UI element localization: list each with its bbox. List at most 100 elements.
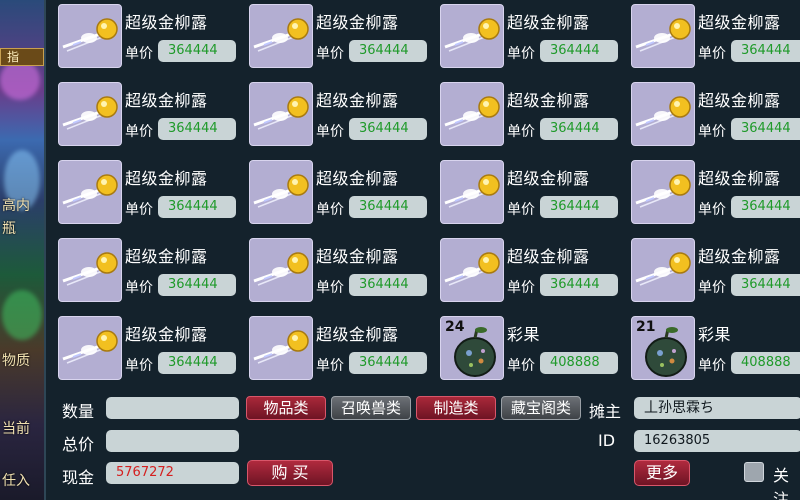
category-items-button[interactable]: 物品类 xyxy=(246,396,326,420)
stall-item[interactable]: 超级金柳露 单价 364444 xyxy=(428,234,619,306)
golden-dew-bottle-icon[interactable] xyxy=(58,238,122,302)
stall-item[interactable]: 超级金柳露 单价 364444 xyxy=(237,312,428,384)
price-field: 364444 xyxy=(158,274,236,296)
follow-checkbox[interactable] xyxy=(744,462,764,482)
price-label: 单价 xyxy=(507,124,535,140)
stall-item[interactable]: 超级金柳露 单价 364444 xyxy=(46,156,237,228)
price-label: 单价 xyxy=(316,124,344,140)
price-label: 单价 xyxy=(698,358,726,374)
price-label: 单价 xyxy=(125,124,153,140)
price-label: 单价 xyxy=(698,124,726,140)
stall-item[interactable]: 24 彩果 单价 408888 xyxy=(428,312,619,384)
golden-dew-bottle-icon[interactable] xyxy=(249,238,313,302)
price-field: 364444 xyxy=(349,118,427,140)
golden-dew-bottle-icon[interactable] xyxy=(440,238,504,302)
item-name: 超级金柳露 xyxy=(698,91,781,110)
price-field: 364444 xyxy=(540,40,618,62)
cash-label: 现金 xyxy=(62,468,95,487)
golden-dew-bottle-icon[interactable] xyxy=(249,160,313,224)
golden-dew-bottle-icon[interactable] xyxy=(440,4,504,68)
golden-dew-bottle-icon[interactable] xyxy=(631,4,695,68)
price-field: 364444 xyxy=(540,118,618,140)
id-field: 16263805 xyxy=(634,430,800,452)
stall-item[interactable]: 超级金柳露 单价 364444 xyxy=(428,156,619,228)
price-field: 364444 xyxy=(158,196,236,218)
price-label: 单价 xyxy=(316,46,344,62)
colorful-fruit-icon[interactable]: 24 xyxy=(440,316,504,380)
world-text-1: 高内 xyxy=(2,198,30,214)
category-pets-button[interactable]: 召唤兽类 xyxy=(331,396,411,420)
price-label: 单价 xyxy=(316,202,344,218)
price-label: 单价 xyxy=(125,46,153,62)
stall-item[interactable]: 超级金柳露 单价 364444 xyxy=(428,0,619,72)
price-label: 单价 xyxy=(316,280,344,296)
stall-item[interactable]: 超级金柳露 单价 364444 xyxy=(46,78,237,150)
category-crafting-button[interactable]: 制造类 xyxy=(416,396,496,420)
stall-item[interactable]: 超级金柳露 单价 364444 xyxy=(619,0,800,72)
world-tab-label: 指 xyxy=(7,50,20,64)
price-label: 单价 xyxy=(698,280,726,296)
price-field: 364444 xyxy=(349,274,427,296)
world-text-4: 当前 xyxy=(2,421,30,437)
item-name: 超级金柳露 xyxy=(125,13,208,32)
stall-item[interactable]: 超级金柳露 单价 364444 xyxy=(619,156,800,228)
quantity-input[interactable] xyxy=(106,397,239,419)
price-field: 364444 xyxy=(349,352,427,374)
quantity-label: 数量 xyxy=(62,402,95,421)
golden-dew-bottle-icon[interactable] xyxy=(631,238,695,302)
item-count: 24 xyxy=(445,319,465,335)
golden-dew-bottle-icon[interactable] xyxy=(58,160,122,224)
stall-item[interactable]: 超级金柳露 单价 364444 xyxy=(237,234,428,306)
stall-item[interactable]: 超级金柳露 单价 364444 xyxy=(46,0,237,72)
price-label: 单价 xyxy=(125,358,153,374)
colorful-fruit-icon[interactable]: 21 xyxy=(631,316,695,380)
golden-dew-bottle-icon[interactable] xyxy=(58,4,122,68)
item-name: 彩果 xyxy=(507,325,541,344)
stall-panel: 超级金柳露 单价 364444 超级金柳露 单价 364444 超级金柳露 单价… xyxy=(44,0,800,500)
item-name: 超级金柳露 xyxy=(125,325,208,344)
total-price-field xyxy=(106,430,239,452)
stall-item[interactable]: 超级金柳露 单价 364444 xyxy=(46,312,237,384)
golden-dew-bottle-icon[interactable] xyxy=(631,160,695,224)
item-name: 超级金柳露 xyxy=(125,169,208,188)
price-label: 单价 xyxy=(507,46,535,62)
item-name: 超级金柳露 xyxy=(698,169,781,188)
golden-dew-bottle-icon[interactable] xyxy=(631,82,695,146)
golden-dew-bottle-icon[interactable] xyxy=(249,82,313,146)
item-name: 超级金柳露 xyxy=(507,91,590,110)
price-field: 364444 xyxy=(731,118,800,140)
price-field: 364444 xyxy=(349,196,427,218)
item-count: 21 xyxy=(636,319,656,335)
golden-dew-bottle-icon[interactable] xyxy=(249,4,313,68)
total-label: 总价 xyxy=(62,435,95,454)
item-name: 超级金柳露 xyxy=(507,13,590,32)
price-label: 单价 xyxy=(125,202,153,218)
category-treasure-button[interactable]: 藏宝阁类 xyxy=(501,396,581,420)
price-field: 364444 xyxy=(540,196,618,218)
owner-label: 摊主 xyxy=(589,402,622,421)
golden-dew-bottle-icon[interactable] xyxy=(58,82,122,146)
world-text-3: 物质 xyxy=(2,353,30,369)
price-field: 364444 xyxy=(731,274,800,296)
stall-item[interactable]: 超级金柳露 单价 364444 xyxy=(46,234,237,306)
stall-item[interactable]: 超级金柳露 单价 364444 xyxy=(619,78,800,150)
golden-dew-bottle-icon[interactable] xyxy=(58,316,122,380)
buy-button[interactable]: 购 买 xyxy=(247,460,333,486)
price-label: 单价 xyxy=(507,358,535,374)
item-name: 超级金柳露 xyxy=(125,247,208,266)
item-name: 超级金柳露 xyxy=(316,13,399,32)
stall-item[interactable]: 21 彩果 单价 408888 xyxy=(619,312,800,384)
golden-dew-bottle-icon[interactable] xyxy=(249,316,313,380)
stall-item[interactable]: 超级金柳露 单价 364444 xyxy=(428,78,619,150)
stall-item[interactable]: 超级金柳露 单价 364444 xyxy=(619,234,800,306)
price-field: 364444 xyxy=(540,274,618,296)
more-button[interactable]: 更多 xyxy=(634,460,690,486)
id-label: ID xyxy=(598,431,616,450)
stall-item[interactable]: 超级金柳露 单价 364444 xyxy=(237,78,428,150)
price-field: 364444 xyxy=(731,196,800,218)
golden-dew-bottle-icon[interactable] xyxy=(440,160,504,224)
world-tab[interactable]: 指 xyxy=(0,48,44,66)
stall-item[interactable]: 超级金柳露 单价 364444 xyxy=(237,0,428,72)
golden-dew-bottle-icon[interactable] xyxy=(440,82,504,146)
stall-item[interactable]: 超级金柳露 单价 364444 xyxy=(237,156,428,228)
